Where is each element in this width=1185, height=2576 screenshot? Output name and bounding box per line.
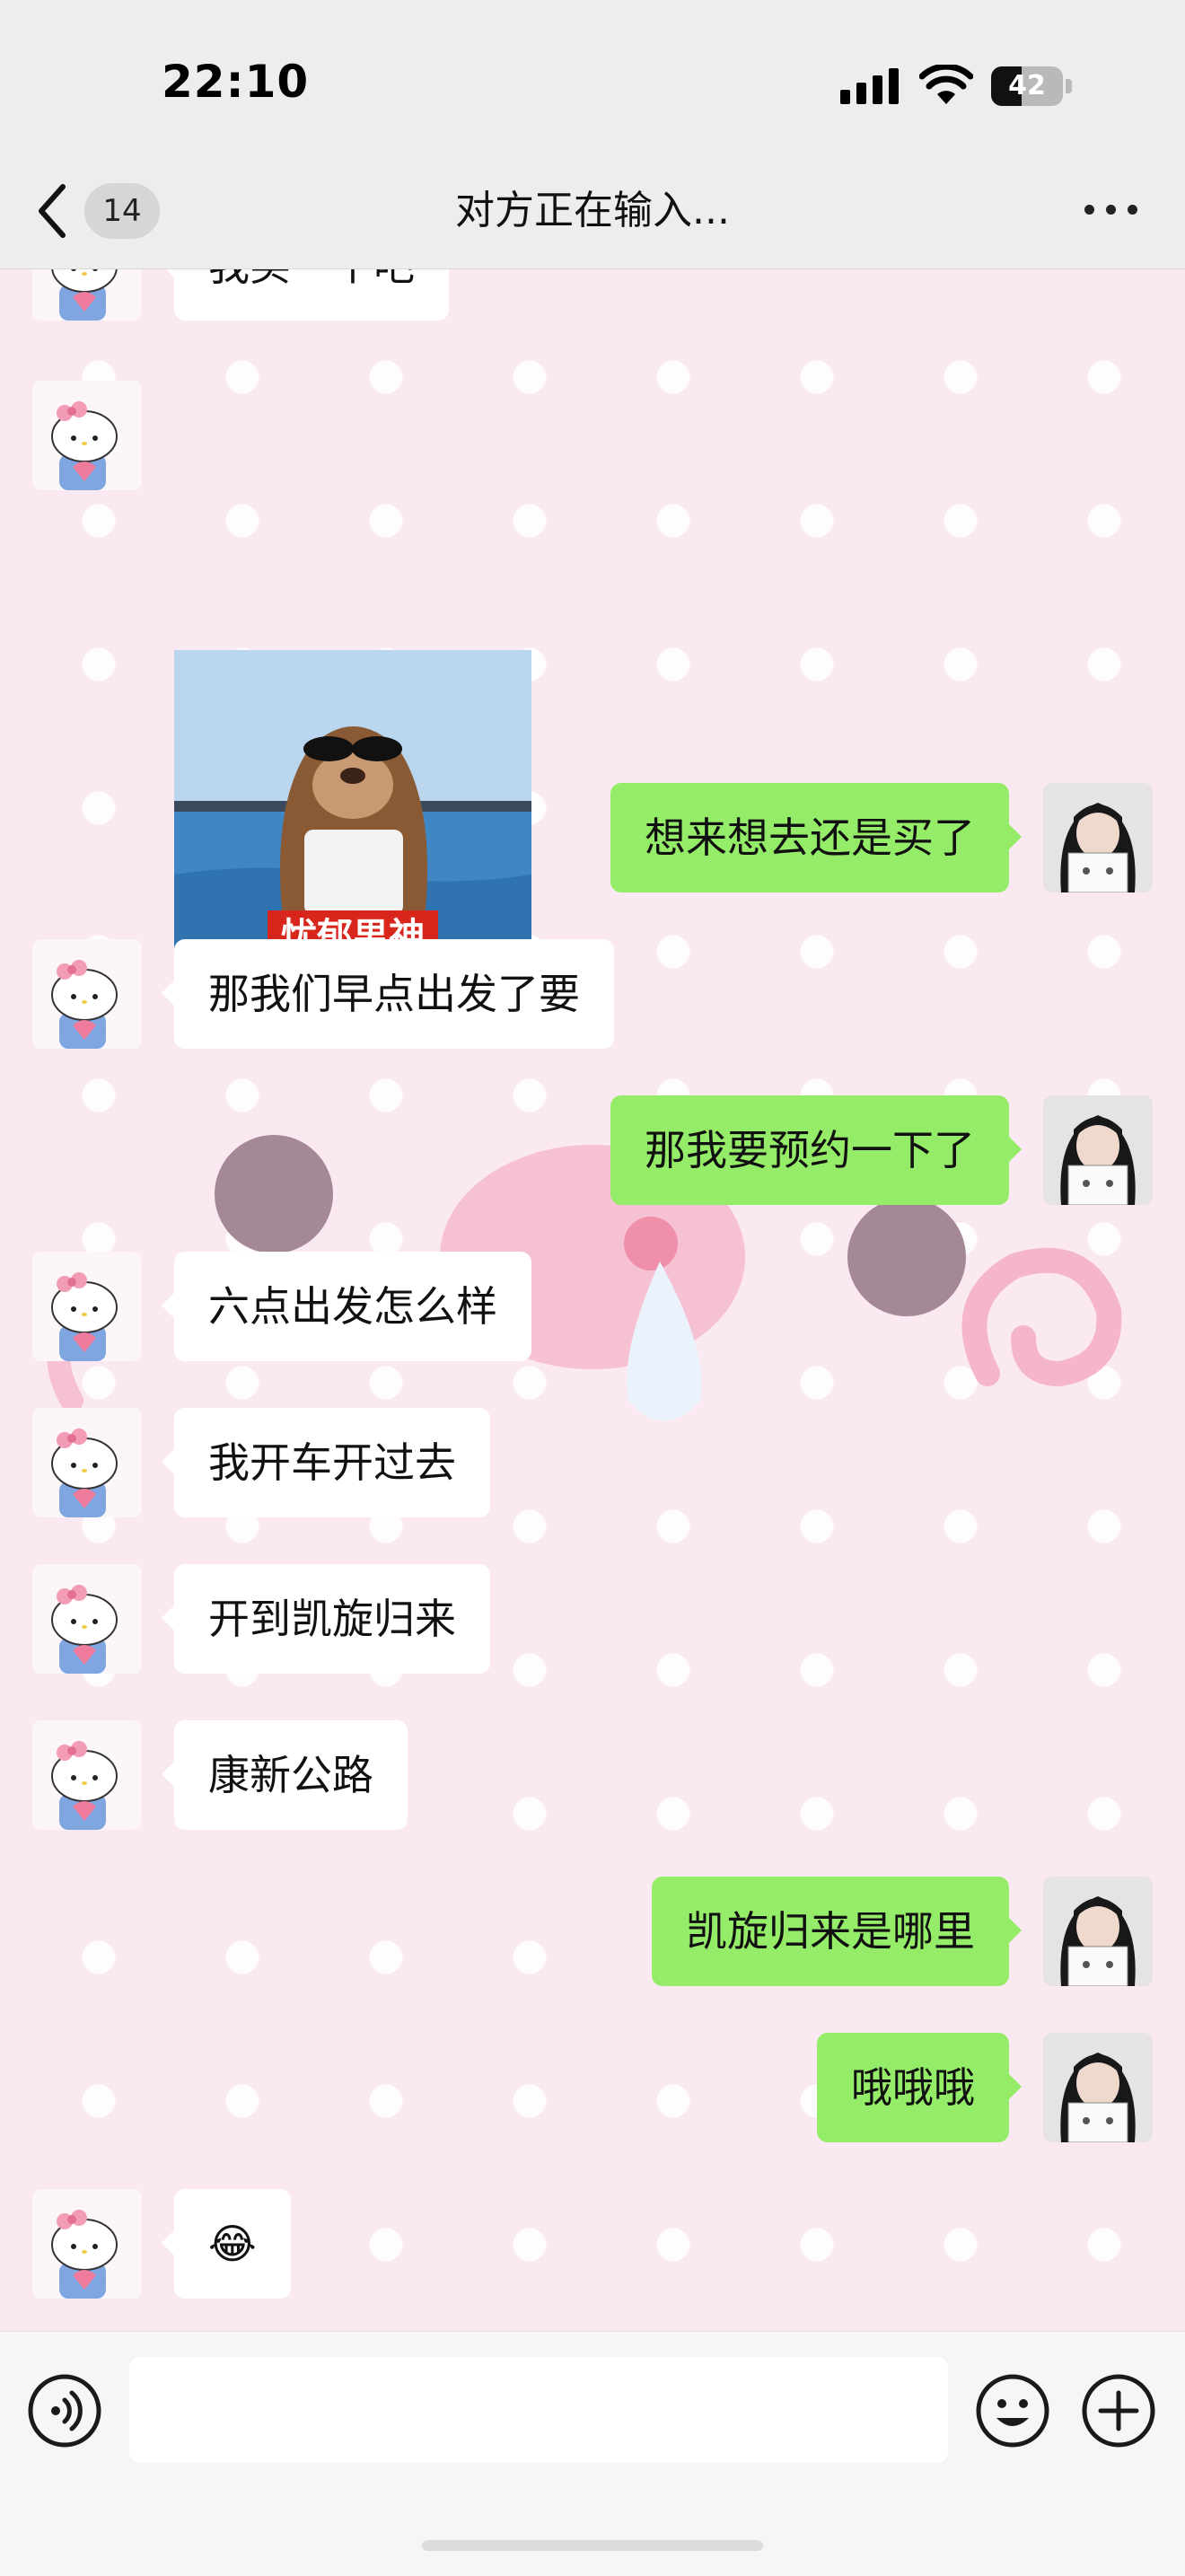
top-bar: 22:10 42 14 对方正在输入... — [0, 0, 1185, 269]
hello-kitty-avatar-icon — [32, 1252, 142, 1361]
chat-title: 对方正在输入... — [455, 188, 730, 233]
message-row: 😂 — [0, 2189, 1185, 2299]
voice-input-icon[interactable] — [27, 2373, 102, 2449]
input-bar — [0, 2331, 1185, 2576]
message-input[interactable] — [129, 2357, 948, 2463]
hello-kitty-avatar-icon — [32, 939, 142, 1049]
more-options-icon[interactable] — [1084, 205, 1138, 217]
message-bubble-incoming[interactable]: 那我们早点出发了要 — [162, 939, 614, 1049]
contact-avatar[interactable] — [32, 1408, 142, 1517]
message-row: 哦哦哦 — [0, 2033, 1185, 2142]
girl-avatar-icon — [1043, 1877, 1153, 1986]
contact-avatar[interactable] — [32, 2189, 142, 2299]
message-row: 我开车开过去 — [0, 1408, 1185, 1517]
girl-avatar-icon — [1043, 783, 1153, 892]
status-time: 22:10 — [162, 56, 310, 108]
add-more-icon[interactable] — [1081, 2373, 1156, 2449]
message-row: 凯旋归来是哪里 — [0, 1877, 1185, 1986]
self-avatar[interactable] — [1043, 783, 1153, 892]
message-bubble-incoming[interactable]: 六点出发怎么样 — [162, 1252, 531, 1361]
home-indicator — [422, 2540, 763, 2551]
message-row: 那我们早点出发了要 — [0, 939, 1185, 1049]
self-avatar[interactable] — [1043, 1095, 1153, 1205]
message-bubble-incoming[interactable]: 康新公路 — [162, 1720, 408, 1830]
hello-kitty-avatar-icon — [32, 269, 142, 321]
hello-kitty-avatar-icon — [32, 1720, 142, 1830]
contact-avatar[interactable] — [32, 1564, 142, 1674]
message-row: 想来想去还是买了 — [0, 783, 1185, 892]
message-row: 康新公路 — [0, 1720, 1185, 1830]
battery-level: 42 — [1008, 70, 1046, 101]
contact-avatar[interactable] — [32, 1720, 142, 1830]
message-bubble-emoji[interactable]: 😂 — [162, 2189, 291, 2299]
emoji-icon[interactable] — [975, 2373, 1050, 2449]
hello-kitty-avatar-icon — [32, 381, 142, 490]
contact-avatar[interactable] — [32, 269, 142, 321]
message-row: 六点出发怎么样 — [0, 1252, 1185, 1361]
message-bubble-incoming[interactable]: 我开车开过去 — [162, 1408, 490, 1517]
message-bubble-outgoing[interactable]: 哦哦哦 — [817, 2033, 1022, 2142]
message-row: 我买一个吧 — [0, 269, 1185, 321]
wifi-icon — [919, 65, 973, 104]
self-avatar[interactable] — [1043, 2033, 1153, 2142]
contact-avatar[interactable] — [32, 1252, 142, 1361]
hello-kitty-avatar-icon — [32, 1564, 142, 1674]
message-bubble-incoming[interactable]: 开到凯旋归来 — [162, 1564, 490, 1674]
cellular-signal-icon — [840, 68, 899, 104]
self-avatar[interactable] — [1043, 1877, 1153, 1986]
contact-avatar[interactable] — [32, 381, 142, 490]
girl-avatar-icon — [1043, 2033, 1153, 2142]
message-bubble-outgoing[interactable]: 那我要预约一下了 — [610, 1095, 1022, 1205]
hello-kitty-avatar-icon — [32, 2189, 142, 2299]
message-bubble-incoming[interactable]: 我买一个吧 — [162, 269, 449, 321]
hello-kitty-avatar-icon — [32, 1408, 142, 1517]
message-row: 开到凯旋归来 — [0, 1564, 1185, 1674]
girl-avatar-icon — [1043, 1095, 1153, 1205]
message-row: 那我要预约一下了 — [0, 1095, 1185, 1205]
chat-area[interactable]: 我买一个吧 忧郁男神 想来想去还是买了 — [0, 269, 1185, 2331]
contact-avatar[interactable] — [32, 939, 142, 1049]
battery-icon: 42 — [991, 66, 1074, 106]
message-bubble-outgoing[interactable]: 凯旋归来是哪里 — [652, 1877, 1022, 1986]
message-bubble-outgoing[interactable]: 想来想去还是买了 — [610, 783, 1022, 892]
message-row — [0, 381, 1185, 740]
